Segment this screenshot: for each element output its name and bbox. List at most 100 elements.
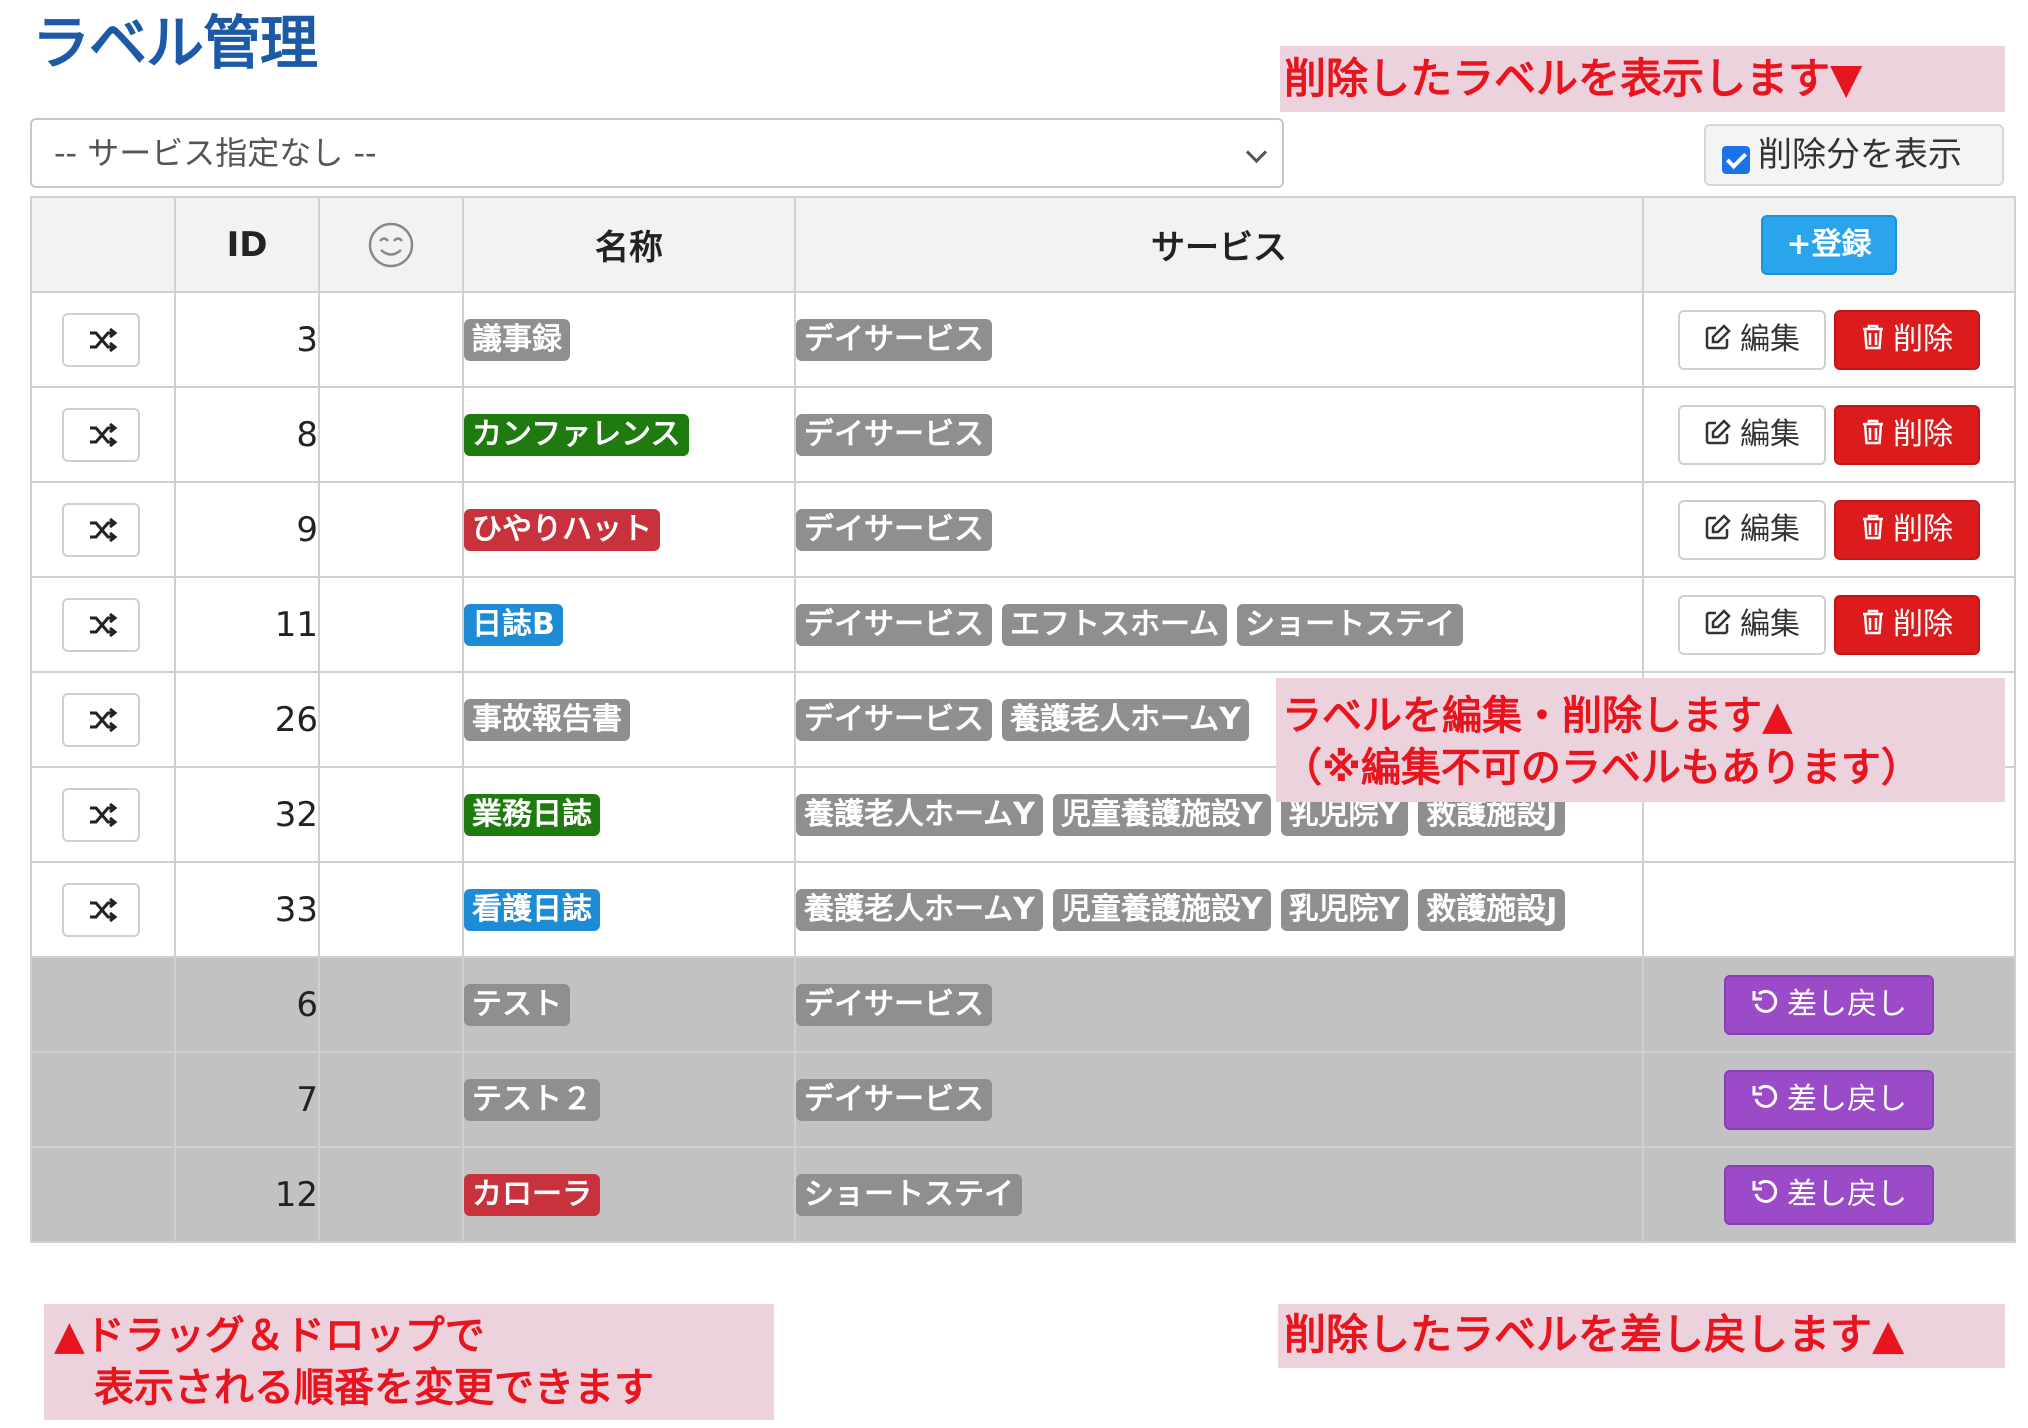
drag-handle-button[interactable]: [62, 597, 140, 652]
id-cell: 33: [174, 861, 320, 958]
service-tag: デイサービス: [796, 508, 992, 551]
restore-button-label: 差し戻し: [1787, 1176, 1907, 1212]
drag-handle-button[interactable]: [62, 502, 140, 557]
edit-button[interactable]: 編集: [1678, 309, 1826, 370]
show-deleted-label: 削除分を表示: [1758, 135, 1962, 175]
icon-cell: [318, 291, 464, 388]
chevron-down-icon: [1245, 141, 1268, 164]
pencil-square-icon: [1705, 609, 1731, 635]
service-tag: 養護老人ホームY: [1002, 698, 1249, 741]
restore-button[interactable]: 差し戻し: [1724, 974, 1934, 1035]
drag-cell: [30, 1051, 176, 1148]
id-cell: 9: [174, 481, 320, 578]
icon-cell: [318, 386, 464, 483]
header-drag: [30, 196, 176, 293]
edit-button[interactable]: 編集: [1678, 499, 1826, 560]
service-cell: デイサービス: [794, 481, 1644, 578]
edit-button-label: 編集: [1740, 511, 1800, 547]
id-cell: 12: [174, 1146, 320, 1243]
table-row: 33 看護日誌 養護老人ホームY 児童養護施設Y 乳児院Y 救護施設J: [30, 861, 2016, 958]
label-name-tag: カローラ: [464, 1173, 600, 1216]
service-tag: デイサービス: [796, 983, 992, 1026]
service-cell: デイサービス: [794, 386, 1644, 483]
shuffle-icon: [90, 707, 118, 732]
annotation-drag-drop: ▲ドラッグ＆ドロップで 表示される順番を変更できます: [44, 1304, 774, 1420]
icon-cell: [318, 861, 464, 958]
service-filter-value: -- サービス指定なし --: [54, 134, 377, 172]
label-name-tag: カンファレンス: [464, 413, 689, 456]
drag-cell: [30, 386, 176, 483]
edit-button-label: 編集: [1740, 606, 1800, 642]
name-cell: 議事録: [462, 291, 796, 388]
trash-icon: [1863, 514, 1883, 540]
restore-button[interactable]: 差し戻し: [1724, 1069, 1934, 1130]
trash-icon: [1863, 609, 1883, 635]
edit-button-label: 編集: [1740, 321, 1800, 357]
edit-button[interactable]: 編集: [1678, 594, 1826, 655]
action-cell: 編集 削除: [1642, 481, 2016, 578]
drag-cell: [30, 671, 176, 768]
table-row: 9 ひやりハット デイサービス 編集 削除: [30, 481, 2016, 578]
table-row: 8 カンファレンス デイサービス 編集 削除: [30, 386, 2016, 483]
drag-handle-button[interactable]: [62, 407, 140, 462]
id-cell: 11: [174, 576, 320, 673]
service-tag: ショートステイ: [796, 1173, 1022, 1216]
table-row: 11 日誌B デイサービス エフトスホーム ショートステイ 編集 削除: [30, 576, 2016, 673]
header-id: ID: [174, 196, 320, 293]
show-deleted-toggle[interactable]: 削除分を表示: [1704, 124, 2004, 186]
shuffle-icon: [90, 612, 118, 637]
label-name-tag: 業務日誌: [464, 793, 600, 836]
delete-button[interactable]: 削除: [1834, 499, 1980, 560]
name-cell: 業務日誌: [462, 766, 796, 863]
service-tag: ショートステイ: [1237, 603, 1464, 646]
delete-button-label: 削除: [1893, 511, 1953, 547]
service-cell: デイサービス: [794, 1051, 1644, 1148]
service-tag: 乳児院Y: [1280, 888, 1409, 931]
service-cell: デイサービス: [794, 956, 1644, 1053]
shuffle-icon: [90, 802, 118, 827]
undo-icon: [1752, 989, 1778, 1013]
service-tag: 養護老人ホームY: [796, 793, 1043, 836]
show-deleted-checkbox[interactable]: [1722, 146, 1750, 174]
drag-cell: [30, 481, 176, 578]
name-cell: テスト２: [462, 1051, 796, 1148]
id-cell: 3: [174, 291, 320, 388]
action-cell: 差し戻し: [1642, 1051, 2016, 1148]
name-cell: 看護日誌: [462, 861, 796, 958]
delete-button[interactable]: 削除: [1834, 309, 1980, 370]
drag-handle-button[interactable]: [62, 692, 140, 747]
icon-cell: [318, 1146, 464, 1243]
table-row: 6 テスト デイサービス 差し戻し: [30, 956, 2016, 1053]
drag-handle-button[interactable]: [62, 787, 140, 842]
action-cell: 差し戻し: [1642, 956, 2016, 1053]
label-name-tag: 議事録: [464, 318, 570, 361]
icon-cell: [318, 766, 464, 863]
shuffle-icon: [90, 422, 118, 447]
label-name-tag: 日誌B: [464, 603, 563, 646]
annotation-restore: 削除したラベルを差し戻します▲: [1278, 1304, 2005, 1368]
id-cell: 6: [174, 956, 320, 1053]
icon-cell: [318, 956, 464, 1053]
drag-handle-button[interactable]: [62, 312, 140, 367]
restore-button[interactable]: 差し戻し: [1724, 1164, 1934, 1225]
page-title: ラベル管理: [32, 9, 318, 77]
service-filter-select[interactable]: -- サービス指定なし --: [30, 118, 1284, 188]
service-cell: デイサービス エフトスホーム ショートステイ: [794, 576, 1644, 673]
header-service: サービス: [794, 196, 1644, 293]
drag-cell: [30, 576, 176, 673]
drag-handle-button[interactable]: [62, 882, 140, 937]
edit-button[interactable]: 編集: [1678, 404, 1826, 465]
delete-button[interactable]: 削除: [1834, 594, 1980, 655]
drag-cell: [30, 956, 176, 1053]
pencil-square-icon: [1705, 324, 1731, 350]
table-header-row: ID 名称 サービス +登録: [30, 196, 2016, 293]
add-label-button[interactable]: +登録: [1761, 214, 1897, 275]
id-cell: 8: [174, 386, 320, 483]
table-row: 3 議事録 デイサービス 編集 削除: [30, 291, 2016, 388]
label-name-tag: テスト２: [464, 1078, 600, 1121]
service-tag: 救護施設J: [1418, 888, 1566, 931]
delete-button[interactable]: 削除: [1834, 404, 1980, 465]
service-tag: デイサービス: [796, 1078, 992, 1121]
annotation-edit-delete: ラベルを編集・削除します▲ （※編集不可のラベルもあります）: [1276, 678, 2005, 802]
undo-icon: [1752, 1084, 1778, 1108]
